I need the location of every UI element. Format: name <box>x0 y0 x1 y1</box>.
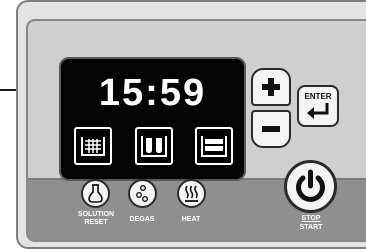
heat-label: HEAT <box>181 216 201 223</box>
solution-reset-label: SOLUTION RESET <box>72 211 120 227</box>
control-panel-outer: 15:59 ENTER SOLUTION RESET DEGAS HEAT ST… <box>16 0 366 249</box>
solution-bath-icon <box>81 137 105 156</box>
plus-icon <box>262 78 280 96</box>
minus-button[interactable] <box>251 110 291 148</box>
degas-label: DEGAS <box>129 216 155 223</box>
solution-reset-label-line1: SOLUTION <box>77 211 115 218</box>
enter-arrow-icon <box>307 103 329 119</box>
bubbles-icon <box>136 185 148 202</box>
stop-start-button[interactable] <box>284 160 337 213</box>
heat-bath-icon <box>201 136 227 157</box>
heat-button[interactable] <box>177 179 206 208</box>
mode-solution-indicator <box>74 127 112 165</box>
enter-button[interactable]: ENTER <box>297 85 339 127</box>
control-panel-figure: 15:59 ENTER SOLUTION RESET DEGAS HEAT ST… <box>0 0 366 249</box>
flask-icon <box>88 184 103 203</box>
stop-label-text: STOP <box>301 215 321 222</box>
time-readout: 15:59 <box>98 72 207 114</box>
solution-reset-label-line2: RESET <box>84 219 108 226</box>
degas-bath-icon <box>141 136 167 157</box>
plus-button[interactable] <box>251 68 291 106</box>
mode-degas-indicator <box>135 127 173 165</box>
mode-heat-indicator <box>195 127 233 165</box>
control-panel-inner: 15:59 ENTER SOLUTION RESET DEGAS HEAT ST… <box>26 19 366 242</box>
lcd-display: 15:59 <box>59 57 246 181</box>
start-label-text: START <box>299 224 323 231</box>
stop-start-label: STOP START <box>289 214 333 232</box>
minus-icon <box>262 126 280 132</box>
degas-button[interactable] <box>128 179 157 208</box>
heat-waves-icon <box>185 185 198 202</box>
solution-reset-button[interactable] <box>81 179 110 208</box>
power-icon <box>296 169 325 202</box>
